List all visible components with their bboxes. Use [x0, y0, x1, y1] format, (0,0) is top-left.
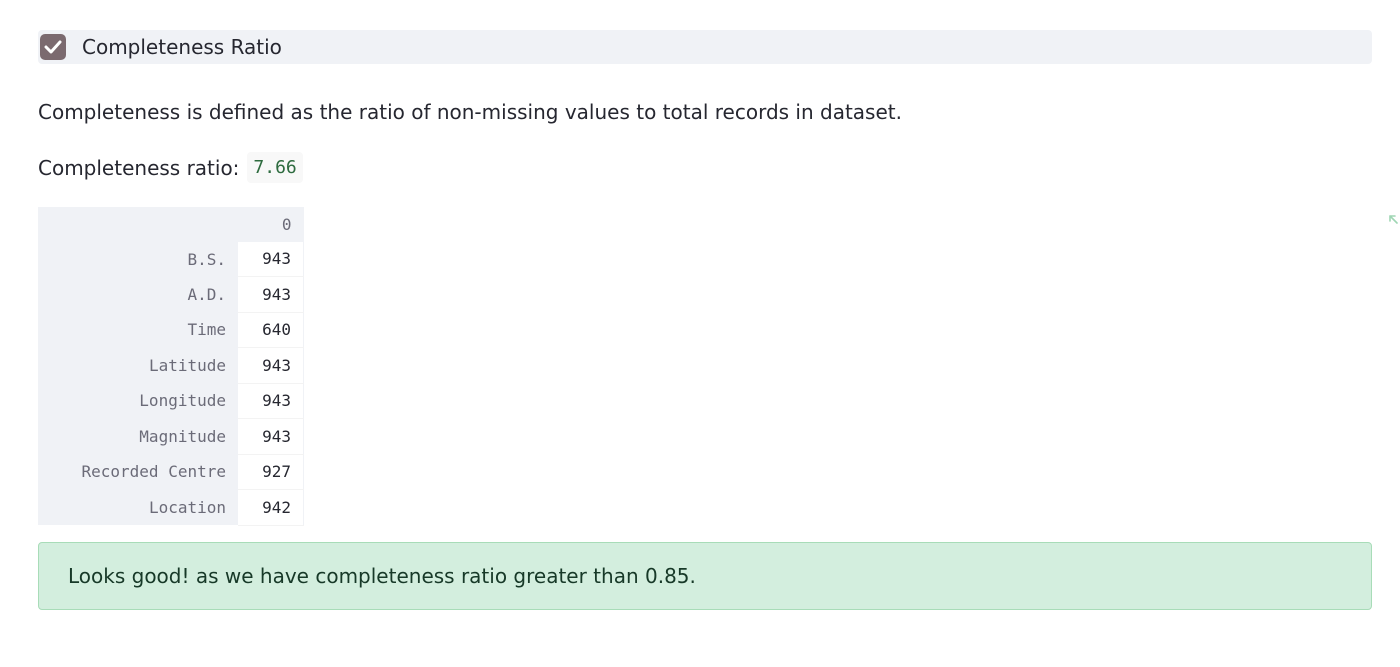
row-value: 943 — [238, 241, 304, 277]
table-row: Time 640 — [38, 312, 304, 348]
checkbox-label[interactable]: Completeness Ratio — [82, 35, 282, 59]
row-value: 943 — [238, 383, 304, 419]
column-header: 0 — [238, 207, 304, 242]
row-value: 640 — [238, 312, 304, 348]
table-row: Latitude 943 — [38, 347, 304, 384]
row-value: 943 — [238, 418, 304, 455]
checkbox-box[interactable] — [40, 34, 66, 60]
check-icon — [44, 40, 62, 54]
description-text: Completeness is defined as the ratio of … — [38, 100, 902, 124]
completeness-dataframe: 0 B.S. 943 A.D. 943 Time 640 Latitude 94… — [38, 207, 304, 526]
row-label: A.D. — [38, 276, 238, 312]
completeness-checkbox[interactable]: Completeness Ratio — [38, 30, 1372, 64]
success-message: Looks good! as we have completeness rati… — [68, 564, 696, 588]
ratio-value: 7.66 — [247, 152, 303, 183]
row-label: Recorded Centre — [38, 454, 238, 490]
row-label: B.S. — [38, 241, 238, 277]
completeness-section: Completeness Ratio Completeness is defin… — [38, 30, 1372, 610]
row-value: 927 — [238, 454, 304, 490]
table-row: Location 942 — [38, 489, 304, 526]
table-corner — [38, 207, 238, 242]
row-label: Time — [38, 312, 238, 348]
table-row: Recorded Centre 927 — [38, 454, 304, 490]
ratio-line: Completeness ratio: 7.66 — [38, 152, 303, 183]
success-alert: Looks good! as we have completeness rati… — [38, 542, 1372, 610]
row-value: 942 — [238, 489, 304, 526]
row-label: Magnitude — [38, 418, 238, 454]
row-value: 943 — [238, 347, 304, 384]
ratio-value-text: 7.66 — [253, 157, 297, 178]
table-row: Longitude 943 — [38, 383, 304, 419]
table-row: B.S. 943 — [38, 241, 304, 277]
expand-icon[interactable] — [1388, 214, 1400, 226]
table-row: Magnitude 943 — [38, 418, 304, 455]
table-row: A.D. 943 — [38, 276, 304, 313]
row-value: 943 — [238, 276, 304, 313]
row-label: Latitude — [38, 347, 238, 383]
row-label: Location — [38, 489, 238, 525]
row-label: Longitude — [38, 383, 238, 419]
ratio-label: Completeness ratio: — [38, 155, 240, 180]
